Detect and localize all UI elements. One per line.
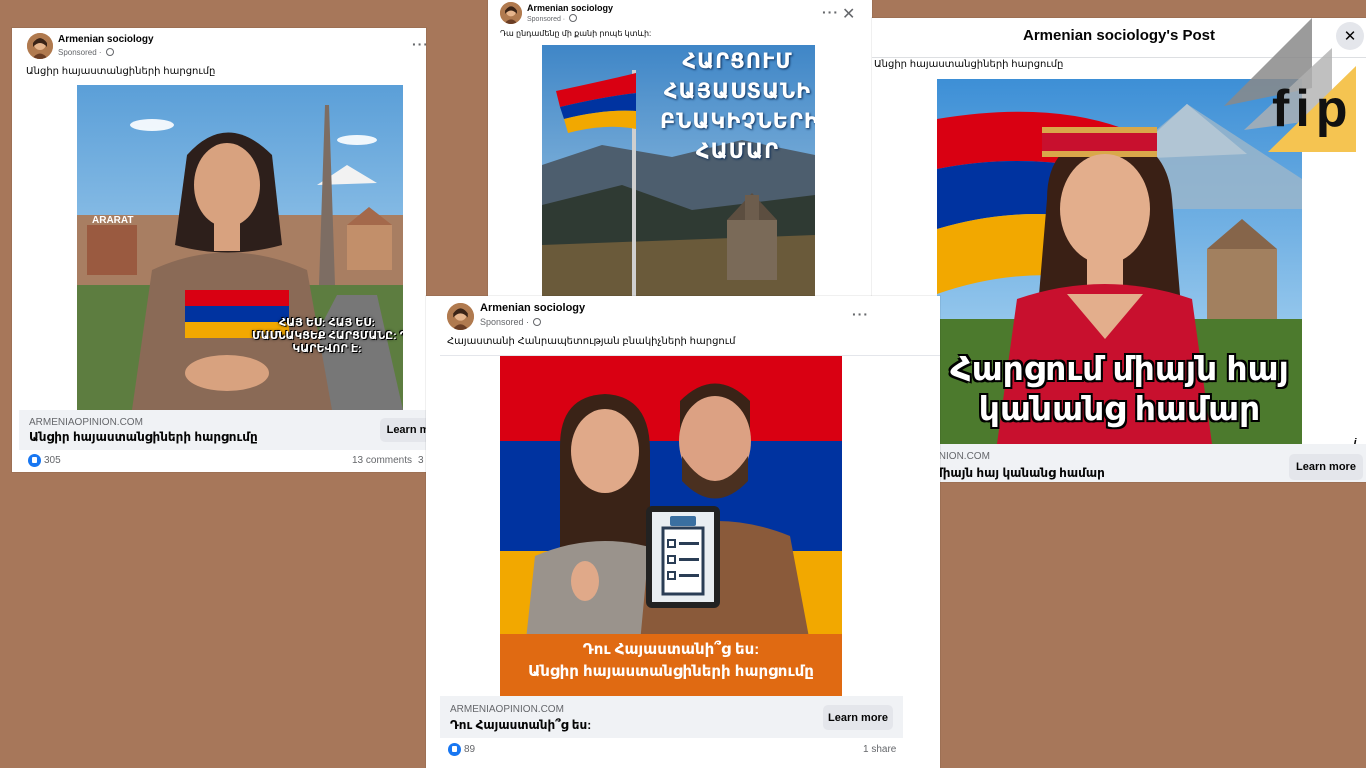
heading-line: ՀԱՅԱՍՏԱՆԻ: [663, 80, 812, 103]
share-count[interactable]: 3: [418, 455, 424, 466]
ad-card-1: Armenian sociology Sponsored · ··· ✕ Անց…: [12, 28, 426, 472]
sponsored-label: Sponsored ·: [58, 48, 114, 57]
post-text: Անցիր հայաստանցիների հարցումը: [26, 66, 216, 77]
page-name[interactable]: Armenian sociology: [527, 3, 613, 13]
ad-card-3: Armenian sociology Sponsored · ··· Հայաս…: [426, 296, 940, 768]
sponsored-label: Sponsored ·: [480, 317, 542, 327]
post-text: Դա ընդամենը մի քանի րոպե կտևի:: [500, 29, 652, 38]
avatar[interactable]: [500, 2, 522, 24]
image-sign: ARARAT: [92, 215, 133, 226]
close-icon[interactable]: ✕: [842, 4, 855, 24]
globe-icon: [533, 318, 542, 326]
caption-line: ԿԱՐԵՎՈՐ Է:: [292, 343, 362, 355]
more-options-icon[interactable]: ···: [852, 306, 869, 322]
image-caption: Դու Հայաստանի՞ց ես: Անցիր հայաստանցիների…: [500, 639, 842, 683]
page-name[interactable]: Armenian sociology: [58, 34, 154, 45]
link-domain: ARMENIAOPINION.COM: [450, 704, 564, 715]
heading-line: ՀԱՄԱՐ: [695, 140, 780, 163]
comment-count[interactable]: 13 comments: [352, 455, 412, 466]
ad-image[interactable]: Դու Հայաստանի՞ց ես: Անցիր հայաստանցիների…: [500, 356, 842, 696]
caption-line: ՀԱՅ ԵՍ: ՀԱՅ ԵՍ:: [279, 317, 375, 329]
image-caption: ՀԱՅ ԵՍ: ՀԱՅ ԵՍ: ՄԱՍՆԱԿՑԵՔ ՀԱՐՑՄԱՆԸ: ԴԱ Կ…: [252, 317, 403, 356]
ad-card-2: Armenian sociology Sponsored · ··· ✕ Դա …: [488, 0, 872, 296]
learn-more-button[interactable]: Learn more: [823, 705, 893, 730]
ad-image[interactable]: ՀԱՐՑՈՒՄ ՀԱՅԱՍՏԱՆԻ ԲՆԱԿԻՉՆԵՐԻ ՀԱՄԱՐ: [542, 45, 815, 296]
heading-line: կանանց համար: [978, 390, 1261, 427]
more-options-icon[interactable]: ···: [822, 4, 839, 20]
learn-more-button[interactable]: Learn m: [380, 418, 426, 442]
globe-icon: [105, 48, 114, 56]
page-name[interactable]: Armenian sociology: [480, 302, 585, 314]
avatar[interactable]: [27, 33, 53, 59]
share-count[interactable]: 1 share: [863, 744, 896, 755]
like-icon: [448, 743, 461, 756]
post-text: Հայաստանի Հանրապետության բնակիչների հարց…: [447, 336, 736, 347]
like-count[interactable]: 89: [464, 744, 475, 755]
heading-line: Հարցում միայն հայ: [950, 350, 1289, 387]
link-domain: ARMENIAOPINION.COM: [29, 417, 143, 428]
watermark-text: fip: [1272, 80, 1354, 138]
link-title[interactable]: Անցիր հայաստանցիների հարցումը: [29, 430, 258, 444]
link-title[interactable]: Դու Հայաստանի՞ց ես:: [450, 718, 591, 732]
learn-more-button[interactable]: Learn more: [1289, 454, 1363, 480]
caption-line: Դու Հայաստանի՞ց ես:: [582, 641, 760, 658]
heading-line: ՀԱՐՑՈՒՄ: [682, 50, 793, 73]
caption-line: ՄԱՍՆԱԿՑԵՔ ՀԱՐՑՄԱՆԸ: ԴԱ: [252, 330, 403, 342]
like-count[interactable]: 305: [44, 455, 61, 466]
more-options-icon[interactable]: ···: [412, 36, 426, 52]
sponsored-label: Sponsored ·: [527, 14, 578, 23]
avatar[interactable]: [447, 303, 474, 330]
like-icon: [28, 454, 41, 467]
caption-line: Անցիր հայաստանցիների հարցումը: [528, 663, 814, 680]
fip-logo: fip: [1224, 18, 1356, 154]
ad-image[interactable]: ARARAT ՀԱՅ ԵՍ: ՀԱՅ ԵՍ: ՄԱՍՆԱԿՑԵՔ ՀԱՐՑՄԱՆ…: [77, 85, 403, 410]
image-heading: ՀԱՐՑՈՒՄ ՀԱՅԱՍՏԱՆԻ ԲՆԱԿԻՉՆԵՐԻ ՀԱՄԱՐ: [660, 47, 815, 167]
heading-line: ԲՆԱԿԻՉՆԵՐԻ: [660, 110, 815, 133]
globe-icon: [569, 14, 578, 22]
image-heading: Հարցում միայն հայ կանանց համար: [937, 349, 1302, 429]
post-text: Անցիր հայաստանցիների հարցումը: [874, 59, 1064, 70]
